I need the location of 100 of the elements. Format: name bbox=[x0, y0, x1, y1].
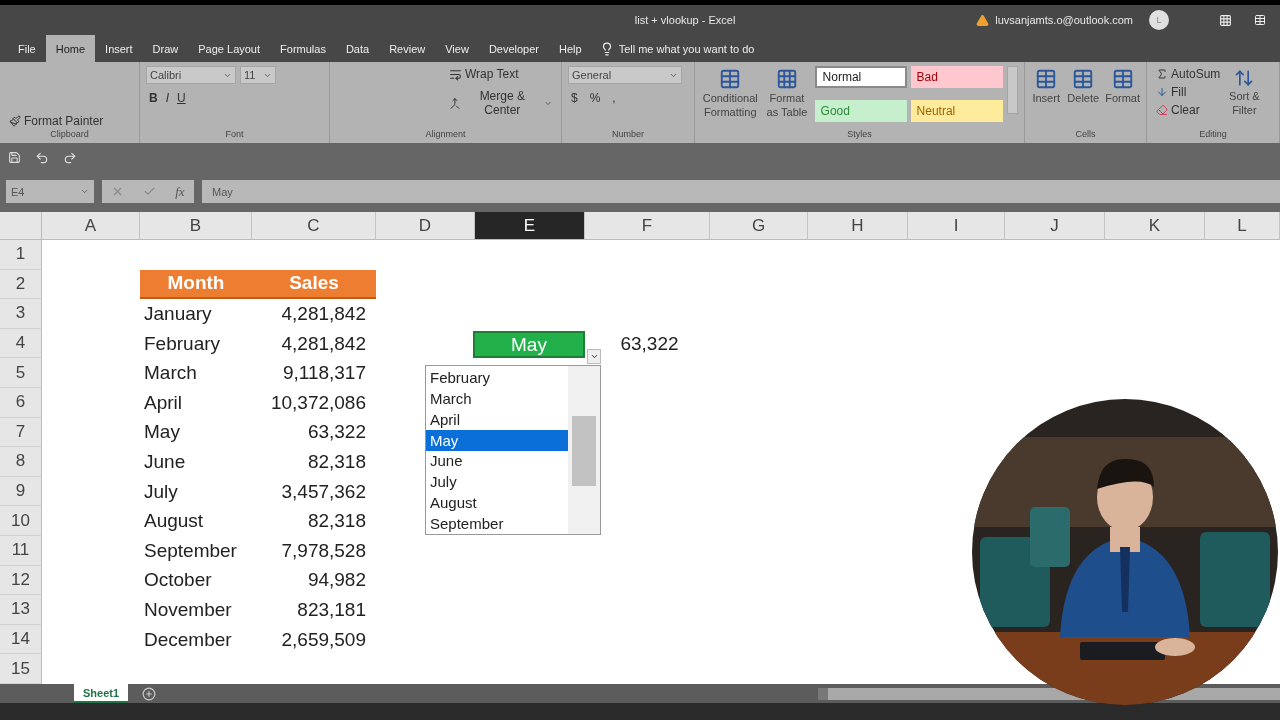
menu-tab[interactable]: Home bbox=[45, 35, 96, 62]
conditional-formatting-button[interactable]: Conditional Formatting bbox=[701, 66, 760, 129]
sheet-tab[interactable]: Sheet1 bbox=[74, 684, 129, 703]
number-format-button[interactable]: $ bbox=[568, 90, 581, 106]
menu-tab[interactable]: View bbox=[435, 35, 479, 62]
fill-button[interactable]: Fill bbox=[1153, 84, 1224, 100]
table-cell: 3,457,362 bbox=[281, 480, 366, 503]
table-cell: 823,181 bbox=[297, 598, 366, 621]
number-format-field[interactable]: General bbox=[568, 66, 682, 84]
add-sheet-icon[interactable] bbox=[142, 686, 157, 701]
row-header[interactable]: 11 bbox=[0, 535, 42, 566]
dropdown-item[interactable]: July bbox=[426, 471, 568, 493]
dropdown-item[interactable]: May bbox=[426, 429, 568, 451]
row-header[interactable]: 6 bbox=[0, 387, 42, 418]
row-header[interactable]: 15 bbox=[0, 654, 42, 684]
format-as-table-button[interactable]: Format as Table bbox=[763, 66, 811, 129]
menu-tab[interactable]: Draw bbox=[142, 35, 189, 62]
dropdown-item[interactable]: April bbox=[426, 408, 568, 430]
insert-function-button[interactable]: fx bbox=[175, 183, 185, 200]
menu-tab[interactable]: Review bbox=[379, 35, 436, 62]
clear-button[interactable]: Clear bbox=[1153, 102, 1224, 118]
row-header[interactable]: 12 bbox=[0, 565, 42, 596]
dropdown-item[interactable]: June bbox=[426, 450, 568, 472]
italic-button[interactable]: I bbox=[162, 90, 172, 106]
table-cell: October bbox=[144, 569, 212, 592]
dropdown-list[interactable]: February March April May June July August September bbox=[425, 365, 601, 535]
bold-button[interactable]: B bbox=[146, 90, 161, 106]
formula-field[interactable]: May bbox=[202, 180, 1280, 203]
cells-button[interactable]: Format bbox=[1105, 66, 1140, 129]
cell-style[interactable]: Normal bbox=[814, 66, 907, 88]
font-size-field[interactable]: 11 bbox=[240, 66, 276, 84]
table-cell: 82,318 bbox=[307, 510, 366, 533]
dropdown-item[interactable]: September bbox=[426, 513, 568, 534]
table-cell: 4,281,842 bbox=[281, 332, 366, 355]
column-header[interactable]: L bbox=[1205, 212, 1280, 240]
dropdown-item[interactable]: March bbox=[426, 387, 568, 409]
paintbrush-icon bbox=[9, 115, 21, 127]
column-header[interactable]: C bbox=[252, 212, 376, 240]
column-header[interactable]: K bbox=[1105, 212, 1205, 240]
row-header[interactable]: 13 bbox=[0, 595, 42, 625]
cells-button[interactable]: Delete bbox=[1067, 66, 1100, 129]
sort-icon bbox=[1234, 68, 1255, 88]
cell-style[interactable]: Bad bbox=[910, 66, 1003, 88]
row-header[interactable]: 4 bbox=[0, 328, 42, 359]
cell-style[interactable]: Neutral bbox=[910, 99, 1003, 122]
row-header[interactable]: 10 bbox=[0, 506, 42, 536]
menu-tab[interactable]: File bbox=[8, 35, 46, 62]
scrollbar-thumb[interactable] bbox=[572, 416, 596, 486]
menu-tab[interactable]: Help bbox=[549, 35, 592, 62]
row-header[interactable]: 14 bbox=[0, 624, 42, 655]
sort-filter-button[interactable]: Sort & Filter bbox=[1225, 66, 1264, 129]
table-cell: February bbox=[144, 332, 221, 355]
font-name-field[interactable]: Calibri bbox=[146, 66, 236, 84]
row-header[interactable]: 9 bbox=[0, 476, 42, 507]
redo-icon[interactable] bbox=[63, 150, 77, 165]
column-header[interactable]: G bbox=[710, 212, 808, 240]
row-header[interactable]: 2 bbox=[0, 269, 42, 300]
menu-tab[interactable]: Insert bbox=[95, 35, 143, 62]
wrap-text-button[interactable]: Wrap Text bbox=[446, 66, 555, 82]
menu-tab[interactable]: Developer bbox=[478, 35, 549, 62]
column-header[interactable]: B bbox=[140, 212, 252, 240]
autosum-button[interactable]: AutoSum bbox=[1153, 66, 1224, 82]
column-header[interactable]: H bbox=[808, 212, 908, 240]
dropdown-item[interactable]: February bbox=[426, 367, 568, 388]
menu-tab[interactable]: Page Layout bbox=[188, 35, 271, 62]
name-box[interactable]: E4 bbox=[6, 180, 94, 203]
tell-me-field[interactable]: Tell me what you want to do bbox=[618, 42, 755, 55]
dropdown-arrow-button[interactable] bbox=[587, 349, 601, 364]
menu-tab[interactable]: Formulas bbox=[270, 35, 336, 62]
dropdown-item[interactable]: August bbox=[426, 492, 568, 514]
menu-tab[interactable]: Data bbox=[335, 35, 380, 62]
number-format-button[interactable]: , bbox=[609, 90, 619, 106]
save-icon[interactable] bbox=[8, 151, 21, 164]
table-cell: 9,118,317 bbox=[282, 362, 366, 385]
format-painter-button[interactable]: Format Painter bbox=[6, 113, 107, 129]
group-label: Styles bbox=[846, 129, 873, 141]
group-label: Clipboard bbox=[49, 129, 90, 141]
column-header[interactable]: I bbox=[908, 212, 1005, 240]
table-icon bbox=[1035, 68, 1058, 90]
row-header[interactable]: 3 bbox=[0, 299, 42, 329]
row-header[interactable]: 7 bbox=[0, 417, 42, 448]
account-email[interactable]: luvsanjamts.o@outlook.com bbox=[995, 14, 1133, 26]
row-header[interactable]: 5 bbox=[0, 358, 42, 388]
merge-center-button[interactable]: Merge & Center bbox=[446, 88, 555, 118]
column-header[interactable]: F bbox=[585, 212, 710, 240]
number-format-button[interactable]: % bbox=[586, 90, 604, 106]
undo-icon[interactable] bbox=[35, 150, 49, 165]
down-arrow-icon bbox=[1156, 86, 1168, 98]
table-cell: May bbox=[144, 421, 180, 444]
column-header[interactable]: D bbox=[376, 212, 475, 240]
cell-style[interactable]: Good bbox=[814, 99, 907, 122]
styles-scrollbar[interactable] bbox=[1006, 66, 1018, 114]
table-icon bbox=[719, 68, 742, 90]
column-header[interactable]: J bbox=[1005, 212, 1105, 240]
column-header[interactable]: E bbox=[475, 212, 585, 240]
column-header[interactable]: A bbox=[42, 212, 140, 240]
cells-button[interactable]: Insert bbox=[1031, 66, 1062, 129]
row-header[interactable]: 1 bbox=[0, 240, 42, 270]
underline-button[interactable]: U bbox=[174, 90, 189, 106]
row-header[interactable]: 8 bbox=[0, 447, 42, 477]
